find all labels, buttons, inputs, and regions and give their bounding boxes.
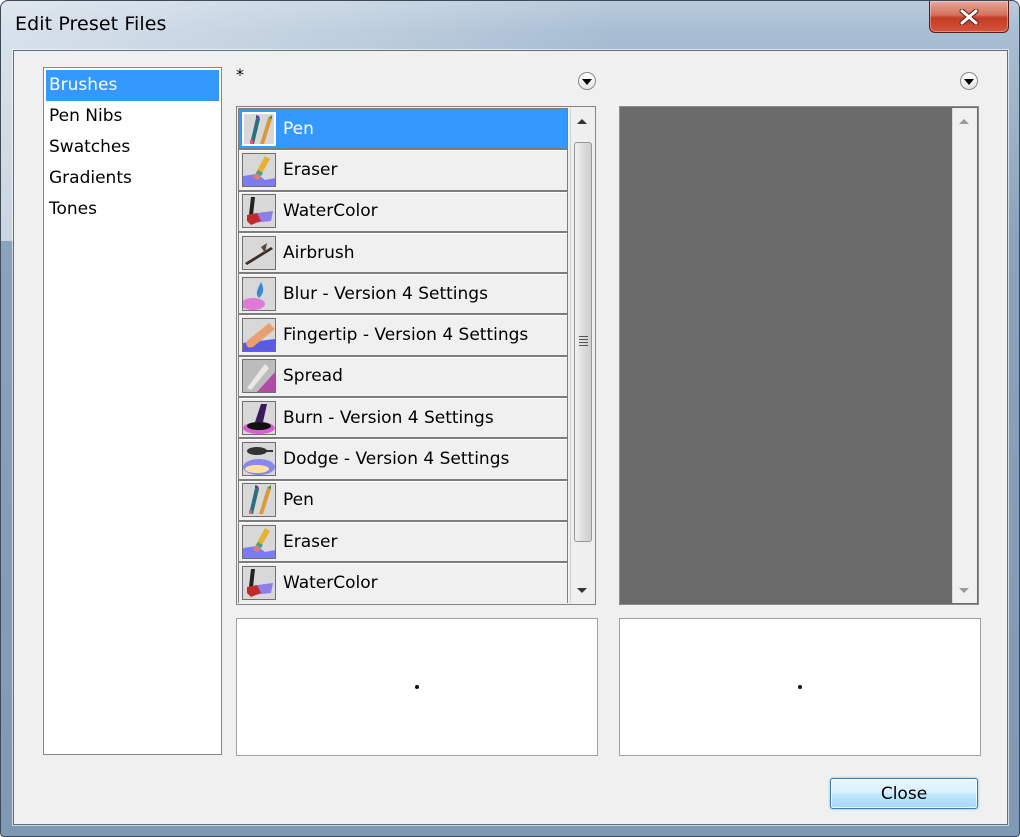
target-list-scrollbar[interactable] bbox=[952, 108, 977, 603]
brush-list-item[interactable]: WaterColor bbox=[238, 190, 568, 232]
close-x-icon bbox=[959, 8, 979, 25]
brush-item-label: Dodge - Version 4 Settings bbox=[283, 449, 510, 470]
category-item-gradients[interactable]: Gradients bbox=[46, 163, 219, 194]
arrow-up-icon bbox=[959, 118, 969, 124]
close-button[interactable]: Close bbox=[830, 778, 978, 809]
category-item-tones[interactable]: Tones bbox=[46, 194, 219, 225]
grip-icon bbox=[579, 336, 588, 348]
brush-list-item[interactable]: Spread bbox=[238, 355, 568, 398]
window-title: Edit Preset Files bbox=[15, 13, 167, 35]
brush-list-item[interactable]: Eraser bbox=[238, 520, 568, 563]
blur-icon bbox=[242, 276, 276, 311]
right-stroke-preview bbox=[619, 618, 981, 756]
watercolor-icon bbox=[242, 194, 276, 229]
brush-list-item[interactable]: Eraser bbox=[238, 149, 568, 191]
arrow-down-icon bbox=[577, 587, 587, 593]
brush-item-label: Burn - Version 4 Settings bbox=[283, 407, 494, 428]
brush-item-label: Airbrush bbox=[283, 242, 355, 263]
dodge-icon bbox=[242, 442, 276, 477]
brush-list-item[interactable]: Fingertip - Version 4 Settings bbox=[238, 314, 568, 356]
target-preset-list[interactable] bbox=[619, 106, 979, 605]
category-item-brushes[interactable]: Brushes bbox=[46, 70, 219, 101]
brush-list-item[interactable]: Dodge - Version 4 Settings bbox=[238, 438, 568, 480]
pen-icon bbox=[242, 483, 276, 518]
scroll-up-button[interactable] bbox=[953, 110, 975, 132]
dropdown-circle-icon bbox=[582, 79, 592, 85]
brush-list-item[interactable]: Pen bbox=[238, 479, 568, 521]
spread-icon bbox=[242, 359, 276, 394]
brush-item-label: Pen bbox=[283, 118, 314, 139]
brush-item-label: Eraser bbox=[283, 159, 338, 180]
brush-item-label: Fingertip - Version 4 Settings bbox=[283, 325, 529, 346]
right-panel-menu-button[interactable] bbox=[960, 72, 978, 90]
category-item-swatches[interactable]: Swatches bbox=[46, 132, 219, 163]
brush-item-label: Blur - Version 4 Settings bbox=[283, 283, 488, 304]
brush-item-label: Pen bbox=[283, 490, 314, 511]
brush-item-label: Spread bbox=[283, 366, 343, 387]
brush-item-label: WaterColor bbox=[283, 572, 378, 593]
brush-item-label: Eraser bbox=[283, 531, 338, 552]
arrow-down-icon bbox=[959, 587, 969, 593]
airbrush-icon bbox=[242, 235, 276, 270]
brush-list-item[interactable]: Airbrush bbox=[238, 231, 568, 274]
scroll-down-button[interactable] bbox=[953, 579, 975, 601]
dropdown-circle-icon bbox=[964, 79, 974, 85]
eraser-icon bbox=[242, 524, 276, 559]
category-item-pen-nibs[interactable]: Pen Nibs bbox=[46, 101, 219, 132]
brush-list-scrollbar[interactable] bbox=[570, 108, 594, 603]
brush-list-item[interactable]: Blur - Version 4 Settings bbox=[238, 273, 568, 315]
dialog-window: Edit Preset Files Brushes Pen Nibs Swatche… bbox=[0, 0, 1020, 837]
scroll-up-button[interactable] bbox=[571, 110, 593, 132]
stroke-dot bbox=[798, 685, 802, 689]
dialog-body: Brushes Pen Nibs Swatches Gradients Tones * … bbox=[13, 50, 1008, 825]
left-panel-menu-button[interactable] bbox=[578, 72, 596, 90]
brush-list-item[interactable]: WaterColor bbox=[238, 562, 568, 603]
scroll-thumb[interactable] bbox=[574, 142, 592, 542]
brush-preset-list[interactable]: Pen Eraser WaterColor Airbrush Blur - Versio… bbox=[236, 106, 596, 605]
stroke-dot bbox=[415, 685, 419, 689]
burn-icon bbox=[242, 400, 276, 435]
brush-item-label: WaterColor bbox=[283, 201, 378, 222]
scroll-down-button[interactable] bbox=[571, 579, 593, 601]
brush-list-rows: Pen Eraser WaterColor Airbrush Blur - Versio… bbox=[238, 108, 568, 603]
category-list[interactable]: Brushes Pen Nibs Swatches Gradients Tones bbox=[43, 67, 222, 755]
watercolor-icon bbox=[242, 565, 276, 600]
fingertip-icon bbox=[242, 318, 276, 353]
pen-icon bbox=[242, 111, 276, 146]
modified-marker: * bbox=[236, 65, 244, 84]
brush-list-item[interactable]: Burn - Version 4 Settings bbox=[238, 397, 568, 439]
brush-list-item[interactable]: Pen bbox=[238, 108, 568, 150]
arrow-up-icon bbox=[577, 118, 587, 124]
window-close-button[interactable] bbox=[929, 1, 1009, 33]
eraser-icon bbox=[242, 152, 276, 187]
left-stroke-preview bbox=[236, 618, 598, 756]
